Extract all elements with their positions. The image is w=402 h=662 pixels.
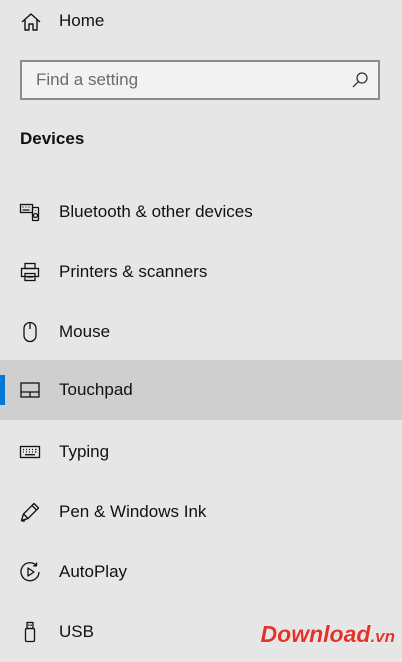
pen-icon	[19, 501, 41, 523]
bluetooth-devices-icon	[19, 201, 41, 223]
search-icon[interactable]	[351, 71, 369, 89]
autoplay-icon	[19, 561, 41, 583]
selected-indicator	[0, 375, 5, 405]
sidebar-item-label: Pen & Windows Ink	[59, 502, 207, 521]
sidebar-item-mouse[interactable]: Mouse	[0, 302, 402, 362]
keyboard-icon	[19, 441, 41, 463]
search-input[interactable]	[22, 62, 342, 98]
watermark-logo: Download.vn	[234, 620, 396, 648]
sidebar-item-printers[interactable]: Printers & scanners	[0, 242, 402, 302]
search-box[interactable]	[20, 60, 380, 100]
touchpad-icon	[19, 379, 41, 401]
sidebar-item-label: Typing	[59, 442, 110, 461]
svg-text:Download.vn: Download.vn	[261, 621, 395, 647]
home-label: Home	[59, 11, 105, 30]
sidebar-item-touchpad[interactable]: Touchpad	[0, 360, 402, 420]
sidebar-item-typing[interactable]: Typing	[0, 422, 402, 482]
mouse-icon	[19, 321, 41, 343]
sidebar-item-label: USB	[59, 622, 94, 641]
sidebar-item-label: Mouse	[59, 322, 111, 341]
printer-icon	[19, 261, 41, 283]
sidebar-item-autoplay[interactable]: AutoPlay	[0, 542, 402, 602]
sidebar-item-label: Touchpad	[59, 380, 133, 399]
usb-icon	[19, 621, 41, 643]
home-icon	[20, 11, 42, 33]
sidebar-item-label: Bluetooth & other devices	[59, 202, 253, 221]
sidebar-item-label: AutoPlay	[59, 562, 128, 581]
home-nav-item[interactable]: Home	[0, 0, 402, 44]
sidebar-item-pen[interactable]: Pen & Windows Ink	[0, 482, 402, 542]
section-title: Devices	[20, 129, 85, 148]
sidebar-item-label: Printers & scanners	[59, 262, 208, 281]
sidebar-item-bluetooth[interactable]: Bluetooth & other devices	[0, 182, 402, 242]
